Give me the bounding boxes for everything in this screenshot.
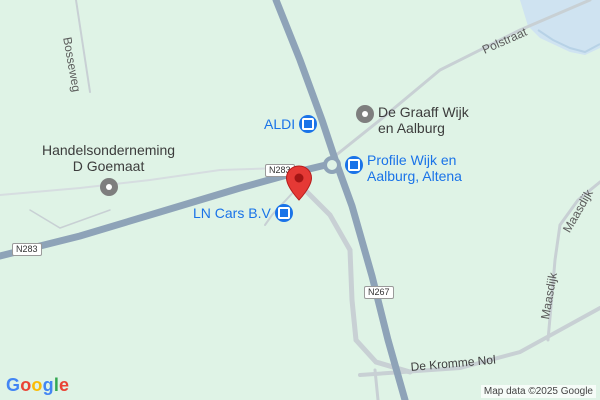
poi-ln-cars[interactable]: LN Cars B.V [193,204,293,222]
place-icon[interactable] [356,105,374,123]
shopping-bag-icon[interactable] [345,156,363,174]
poi-ln-cars-label: LN Cars B.V [193,205,271,221]
red-location-pin-icon[interactable] [285,165,313,201]
poi-profile[interactable]: Profile Wijk en Aalburg, Altena [345,152,462,184]
poi-de-graaff-label: De Graaff Wijk en Aalburg [378,104,469,136]
n283-shield-left: N283 [12,243,42,256]
map-attribution[interactable]: Map data ©2025 Google [480,385,596,398]
place-icon[interactable] [99,178,118,196]
water-area [520,0,600,55]
poi-handels[interactable]: Handelsonderneming D Goemaat [42,142,175,196]
poi-aldi-label: ALDI [264,116,296,132]
roundabout [323,156,341,174]
map-canvas[interactable]: Bosseweg Polstraat Maasdijk Maasdijk De … [0,0,600,400]
n267-shield: N267 [364,286,394,299]
shopping-bag-icon[interactable] [274,204,293,222]
google-logo[interactable]: Google [6,375,69,396]
poi-profile-label: Profile Wijk en Aalburg, Altena [367,152,462,184]
poi-aldi[interactable]: ALDI [264,115,318,133]
shopping-bag-icon[interactable] [299,115,318,133]
poi-de-graaff[interactable]: De Graaff Wijk en Aalburg [356,104,469,136]
major-roads [0,0,409,400]
poi-handels-label: Handelsonderneming D Goemaat [42,142,176,174]
